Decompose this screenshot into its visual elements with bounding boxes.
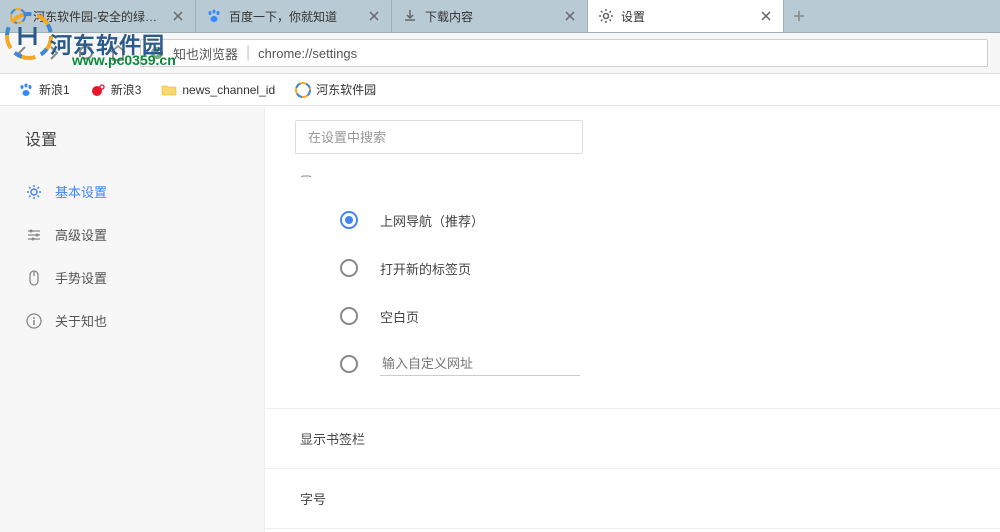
radio-new-tab[interactable]: 打开新的标签页 [340,244,1000,292]
bookmark-label: 新浪3 [111,81,142,98]
radio-button[interactable] [340,211,358,229]
back-button[interactable] [12,43,32,63]
gear-icon [25,183,43,201]
tab-title: 下载内容 [425,8,557,25]
home-button[interactable] [108,43,128,63]
startup-radio-group: 上网导航（推荐） 打开新的标签页 空白页 [265,178,1000,408]
close-icon[interactable] [563,9,577,23]
radio-button[interactable] [340,307,358,325]
hedong-icon [10,8,26,24]
section-font-size[interactable]: 字号 [265,468,1000,528]
settings-sidebar: 设置 基本设置 高级设置 手势设置 关于知也 [0,106,265,532]
radio-button[interactable] [340,355,358,373]
bookmark-label: 新浪1 [39,81,70,98]
tab-downloads[interactable]: 下载内容 [392,0,588,32]
search-wrap [265,106,1000,154]
section-custom-font[interactable]: 自定义字体 [265,528,1000,532]
sliders-icon [25,226,43,244]
sidebar-item-label: 关于知也 [55,311,107,330]
bookmark-sina1[interactable]: 新浪1 [10,78,78,101]
address-separator: | [246,44,250,62]
bookmark-label: 河东软件园 [316,81,376,98]
baidu-icon [206,8,222,24]
bookmark-bar: 新浪1 新浪3 news_channel_id 河东软件园 [0,74,1000,106]
tab-settings[interactable]: 设置 [588,0,784,32]
close-icon[interactable] [759,9,773,23]
sidebar-item-basic[interactable]: 基本设置 [0,170,264,213]
sidebar-item-advanced[interactable]: 高级设置 [0,213,264,256]
tab-title: 设置 [621,8,753,25]
radio-label: 上网导航（推荐） [380,211,484,230]
bookmark-news-channel[interactable]: news_channel_id [153,79,283,101]
radio-label: 空白页 [380,307,419,326]
sidebar-item-gesture[interactable]: 手势设置 [0,256,264,299]
settings-main: ▢ ............ 上网导航（推荐） 打开新的标签页 空白页 显示书签… [265,106,1000,532]
weibo-icon [90,82,106,98]
section-show-bookmarks[interactable]: 显示书签栏 [265,408,1000,468]
tab-hedong[interactable]: 河东软件园-安全的绿色软 [0,0,196,32]
download-icon [402,8,418,24]
close-icon[interactable] [367,9,381,23]
tab-title: 百度一下，你就知道 [229,8,361,25]
sidebar-item-label: 高级设置 [55,225,107,244]
radio-button[interactable] [340,259,358,277]
sidebar-item-about[interactable]: 关于知也 [0,299,264,342]
info-icon [25,312,43,330]
bookmark-sina3[interactable]: 新浪3 [82,78,150,101]
sidebar-title: 设置 [0,106,264,170]
radio-label: 打开新的标签页 [380,259,471,278]
radio-blank[interactable]: 空白页 [340,292,1000,340]
bookmark-hedong[interactable]: 河东软件园 [287,78,384,101]
sidebar-item-label: 手势设置 [55,268,107,287]
sidebar-item-label: 基本设置 [55,182,107,201]
mouse-icon [25,269,43,287]
new-tab-button[interactable] [784,0,814,32]
baidu-icon [18,82,34,98]
address-bar: 知也浏览器 | chrome://settings [0,33,1000,74]
tab-title: 河东软件园-安全的绿色软 [33,8,165,25]
lock-icon [149,45,165,61]
settings-layout: 设置 基本设置 高级设置 手势设置 关于知也 ▢ ............ 上 [0,106,1000,532]
reload-button[interactable] [76,43,96,63]
bookmark-label: news_channel_id [182,83,275,97]
folder-icon [161,82,177,98]
radio-custom-url[interactable] [340,340,1000,388]
radio-nav-recommended[interactable]: 上网导航（推荐） [340,196,1000,244]
address-input[interactable]: 知也浏览器 | chrome://settings [140,39,988,67]
custom-url-input[interactable] [380,352,580,376]
address-security-label: 知也浏览器 [173,44,238,63]
tab-bar: 河东软件园-安全的绿色软 百度一下，你就知道 下载内容 设置 [0,0,1000,33]
address-url: chrome://settings [258,46,357,61]
tab-baidu[interactable]: 百度一下，你就知道 [196,0,392,32]
gear-icon [598,8,614,24]
hedong-icon [295,82,311,98]
settings-search-input[interactable] [295,120,583,154]
forward-button[interactable] [44,43,64,63]
close-icon[interactable] [171,9,185,23]
